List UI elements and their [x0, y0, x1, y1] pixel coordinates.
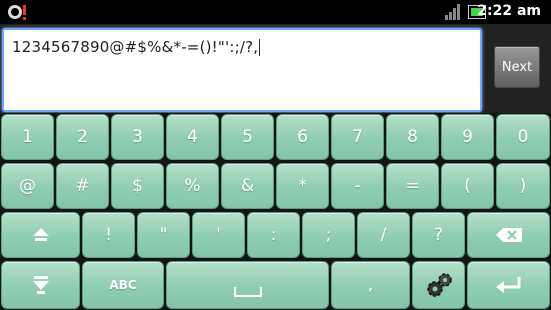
text-input-value: 1234567890@#$%&*-=()!"':;/?,: [12, 38, 261, 56]
input-area: 1234567890@#$%&*-=()!"':;/?, Next: [0, 24, 551, 113]
key-equals[interactable]: =: [386, 163, 439, 209]
key-colon[interactable]: :: [247, 212, 300, 258]
enter-key[interactable]: [467, 261, 550, 309]
text-cursor: [259, 39, 261, 56]
key-dollar[interactable]: $: [111, 163, 164, 209]
space-icon: [233, 287, 262, 297]
abc-key[interactable]: ABC: [82, 261, 164, 309]
notification-icon: [8, 5, 26, 20]
key-hash[interactable]: #: [56, 163, 109, 209]
key-4[interactable]: 4: [166, 114, 219, 160]
key-9[interactable]: 9: [441, 114, 494, 160]
key-close-paren[interactable]: ): [496, 163, 550, 209]
next-button[interactable]: Next: [494, 46, 540, 88]
key-7[interactable]: 7: [331, 114, 384, 160]
key-1[interactable]: 1: [1, 114, 54, 160]
key-asterisk[interactable]: *: [276, 163, 329, 209]
settings-icon: [426, 273, 452, 297]
hide-keyboard-icon: [32, 276, 49, 294]
key-6[interactable]: 6: [276, 114, 329, 160]
signal-icon: [445, 4, 460, 20]
shift-key[interactable]: [1, 212, 80, 258]
status-time: 2:22 am: [477, 3, 541, 19]
backspace-key[interactable]: [467, 212, 550, 258]
key-ampersand[interactable]: &: [221, 163, 274, 209]
backspace-icon: [495, 228, 522, 242]
key-3[interactable]: 3: [111, 114, 164, 160]
key-comma[interactable]: ,: [331, 261, 410, 309]
enter-icon: [495, 277, 520, 293]
key-at[interactable]: @: [1, 163, 54, 209]
key-0[interactable]: 0: [496, 114, 550, 160]
key-minus[interactable]: -: [331, 163, 384, 209]
key-question[interactable]: ?: [412, 212, 465, 258]
settings-key[interactable]: [412, 261, 465, 309]
key-single-quote[interactable]: ': [192, 212, 245, 258]
key-open-paren[interactable]: (: [441, 163, 494, 209]
key-semicolon[interactable]: ;: [302, 212, 355, 258]
hide-keyboard-key[interactable]: [1, 261, 80, 309]
key-5[interactable]: 5: [221, 114, 274, 160]
status-bar: 2:22 am: [0, 0, 551, 24]
text-input[interactable]: 1234567890@#$%&*-=()!"':;/?,: [2, 28, 482, 112]
key-8[interactable]: 8: [386, 114, 439, 160]
on-screen-keyboard: 1 2 3 4 5 6 7 8 9 0 @ # $ % & * - = ( ) …: [0, 113, 551, 310]
key-percent[interactable]: %: [166, 163, 219, 209]
key-slash[interactable]: /: [357, 212, 410, 258]
key-double-quote[interactable]: ": [137, 212, 190, 258]
shift-icon: [32, 228, 49, 241]
key-2[interactable]: 2: [56, 114, 109, 160]
key-exclamation[interactable]: !: [82, 212, 135, 258]
space-key[interactable]: [166, 261, 329, 309]
